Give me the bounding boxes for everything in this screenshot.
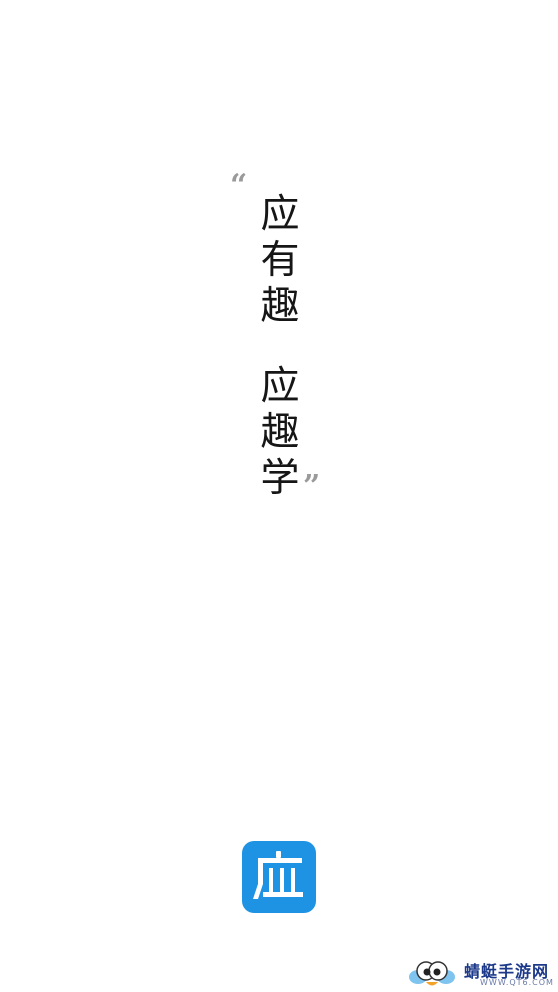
opening-quote-mark: “ [230,168,248,203]
slogan-char: 有 [260,238,300,283]
slogan-char: 趣 [260,410,300,455]
watermark: 蜻蜓手游网 WWW.QT6.COM [408,953,558,992]
dragonfly-mascot-icon [409,961,455,986]
slogan-char: 应 [260,192,300,237]
app-logo [242,841,316,913]
closing-quote-mark: ” [303,469,321,504]
slogan-vertical: 应 有 趣 应 趣 学 [256,192,304,502]
slogan-char: 趣 [260,284,300,329]
watermark-site-url: WWW.QT6.COM [480,978,554,987]
app-logo-glyph-icon [253,851,303,899]
slogan-char: 应 [260,364,300,409]
slogan-char: 学 [260,456,300,501]
